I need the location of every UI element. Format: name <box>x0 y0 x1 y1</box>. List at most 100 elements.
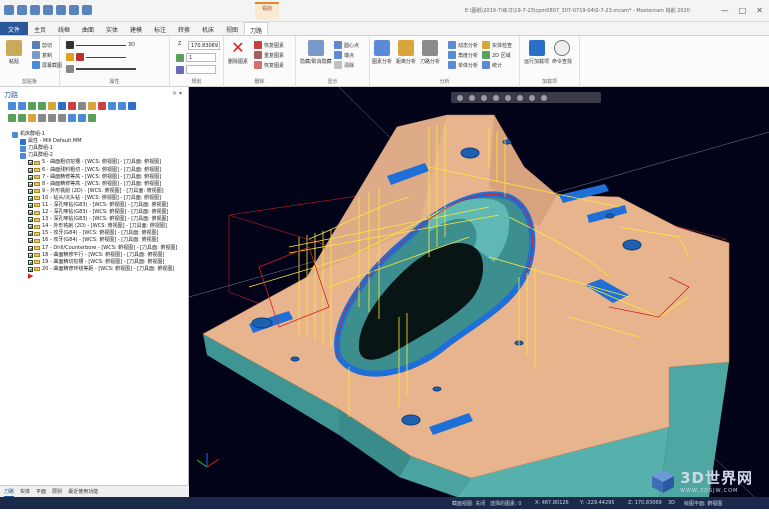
endpoint-button[interactable]: 端点 <box>334 51 354 59</box>
maximize-button[interactable]: □ <box>739 6 747 15</box>
delete-duplicate-button[interactable]: 恢复图素 <box>254 41 284 49</box>
verify-icon[interactable] <box>58 102 66 110</box>
toggle-display-icon[interactable] <box>118 102 126 110</box>
operation-row[interactable]: 19 - 曲面精切挖槽 - [WCS: 俯视图] - [刀具面: 俯视图] <box>12 259 188 266</box>
section-view-status[interactable]: 截面视图: 关闭 <box>452 500 485 507</box>
rotate-icon[interactable] <box>541 94 547 101</box>
operation-checkbox[interactable] <box>28 202 33 208</box>
panel-close-button[interactable]: × ▾ <box>172 90 182 97</box>
z-depth-field[interactable]: 170.83069 <box>188 41 220 50</box>
statistics-button[interactable]: 统计 <box>482 61 502 69</box>
backplot-icon[interactable] <box>48 102 56 110</box>
wireframe-icon[interactable] <box>529 94 535 101</box>
operation-row[interactable]: 20 - 曲面精修环绕等距 - [WCS: 俯视图] - [刀具面: 俯视图] <box>12 266 188 273</box>
only-display-icon[interactable] <box>68 114 76 122</box>
open-file-icon[interactable] <box>17 5 27 15</box>
operation-checkbox[interactable] <box>28 245 33 251</box>
point-style[interactable]: 3D <box>66 41 135 49</box>
context-tab-mill[interactable]: 铣削 <box>255 2 279 20</box>
view-front-icon[interactable] <box>469 94 475 101</box>
tab-surfaces[interactable]: 曲面 <box>76 22 100 35</box>
operation-checkbox[interactable] <box>28 238 33 244</box>
save-as-icon[interactable] <box>43 5 53 15</box>
operation-checkbox[interactable] <box>28 188 33 194</box>
dynamic-analysis-button[interactable]: 动态分析 <box>448 41 478 49</box>
view-top-icon[interactable] <box>457 94 463 101</box>
screenshot-button[interactable]: 屏幕截图 <box>32 61 62 69</box>
check-solid-button[interactable]: 实体检查 <box>482 41 512 49</box>
tab-transform[interactable]: 转换 <box>172 22 196 35</box>
operation-row[interactable]: 16 - 攻牙(G84) - [WCS: 俯视图] - [刀具面: 俯视图] <box>12 237 188 244</box>
operation-checkbox[interactable] <box>28 217 33 223</box>
mode-3d[interactable]: 3D <box>668 500 675 506</box>
tab-toolpaths[interactable]: 刀路 <box>244 22 268 35</box>
tab-model-prep[interactable]: 建模 <box>124 22 148 35</box>
save-icon[interactable] <box>30 5 40 15</box>
show-selected-icon[interactable] <box>78 114 86 122</box>
tab-levels-panel[interactable]: 层别 <box>52 486 62 497</box>
regenerate-dirty-icon[interactable] <box>38 102 46 110</box>
tab-solids[interactable]: 实体 <box>100 22 124 35</box>
simulate-icon[interactable] <box>68 102 76 110</box>
operation-checkbox[interactable] <box>28 224 33 230</box>
delete-ops-icon[interactable] <box>98 102 106 110</box>
operation-checkbox[interactable] <box>28 167 33 173</box>
plane-selector[interactable] <box>176 65 216 74</box>
clear-button[interactable]: 清除 <box>334 61 354 69</box>
tab-machine[interactable]: 机床 <box>196 22 220 35</box>
scroll-to-icon[interactable] <box>38 114 46 122</box>
expand-icon[interactable] <box>48 114 56 122</box>
help-icon[interactable] <box>128 102 136 110</box>
drawing-plane[interactable]: 绘图平面: 俯视图 <box>684 500 722 507</box>
duplicate-button[interactable]: 重复图素 <box>254 51 284 59</box>
view-right-icon[interactable] <box>481 94 487 101</box>
tab-view[interactable]: 视图 <box>220 22 244 35</box>
operation-checkbox[interactable] <box>28 259 33 265</box>
cut-button[interactable]: 剪切 <box>32 41 52 49</box>
operation-checkbox[interactable] <box>28 174 33 180</box>
run-addin-button[interactable]: 运行加载项 <box>524 40 549 65</box>
operation-row[interactable]: 11 - 深孔啄钻(G83) - [WCS: 俯视图] - [刀具面: 俯视图] <box>12 202 188 209</box>
shaded-icon[interactable] <box>517 94 523 101</box>
insert-arrow-down-icon[interactable] <box>8 114 16 122</box>
operation-checkbox[interactable] <box>28 160 33 166</box>
operation-checkbox[interactable] <box>28 252 33 258</box>
line-style-selector[interactable] <box>66 65 136 73</box>
single-analysis-button[interactable]: 单体分析 <box>448 61 478 69</box>
restore-entities-button[interactable]: 恢复图素 <box>254 61 284 69</box>
tab-toolpaths-panel[interactable]: 刀路 <box>4 486 15 497</box>
paste-button[interactable]: 粘贴 <box>6 40 22 65</box>
regenerate-icon[interactable] <box>28 102 36 110</box>
entity-analysis-button[interactable]: 图素分析 <box>372 40 392 65</box>
insert-arrow-up-icon[interactable] <box>18 114 26 122</box>
toolpath-analysis-button[interactable]: 刀路分析 <box>420 40 440 65</box>
copy-button[interactable]: 复制 <box>32 51 52 59</box>
print-icon[interactable] <box>56 5 66 15</box>
operation-checkbox[interactable] <box>28 266 33 272</box>
insert-after-icon[interactable] <box>28 114 36 122</box>
collapse-icon[interactable] <box>58 114 66 122</box>
operation-row[interactable]: 18 - 曲面精修平行 - [WCS: 俯视图] - [刀具面: 俯视图] <box>12 252 188 259</box>
delete-entities-button[interactable]: ✕ 删除图素 <box>228 40 248 66</box>
redo-icon[interactable] <box>82 5 92 15</box>
tab-file[interactable]: 文件 <box>0 22 28 35</box>
close-button[interactable]: ✕ <box>756 6 763 15</box>
new-file-icon[interactable] <box>4 5 14 15</box>
area-2d-button[interactable]: 2D 区域 <box>482 51 511 59</box>
insert-position-arrow[interactable]: ▶ <box>12 272 188 280</box>
select-failed-icon[interactable] <box>18 102 26 110</box>
post-icon[interactable] <box>78 102 86 110</box>
operation-row[interactable]: 17 - Drill/Counterbore - [WCS: 俯视图] - [刀… <box>12 245 188 252</box>
layer-selector[interactable]: 1 <box>176 53 216 62</box>
filter-icon[interactable] <box>88 114 96 122</box>
tab-recent-functions-panel[interactable]: 最近使用功能 <box>68 486 98 497</box>
operation-row[interactable]: 7 - 曲面精修等高 - [WCS: 俯视图] - [刀具面: 俯视图] <box>12 174 188 181</box>
operation-checkbox[interactable] <box>28 231 33 237</box>
graphics-viewport[interactable] <box>189 87 769 497</box>
operation-checkbox[interactable] <box>28 181 33 187</box>
tab-planes-panel[interactable]: 平面 <box>36 486 46 497</box>
operation-row[interactable]: 5 - 曲面粗切挖槽 - [WCS: 俯视图] - [刀具面: 俯视图] <box>12 159 188 166</box>
angle-analysis-button[interactable]: 角度分析 <box>448 51 478 59</box>
minimize-button[interactable]: — <box>721 6 729 15</box>
distance-analysis-button[interactable]: 距离分析 <box>396 40 416 65</box>
